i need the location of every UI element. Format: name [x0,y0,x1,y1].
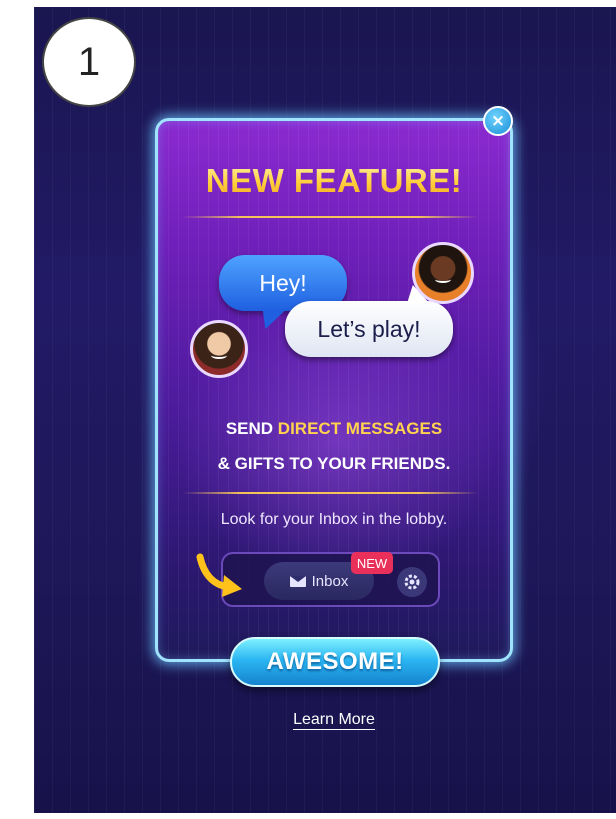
arrow-icon [196,553,242,597]
mail-icon [289,575,306,587]
headline-highlight: DIRECT MESSAGES [277,419,443,438]
friend-avatar-left [190,320,248,378]
awesome-button[interactable]: AWESOME! [230,637,440,687]
learn-more-link[interactable]: Learn More [293,711,375,730]
lobby-hint-text: Look for your Inbox in the lobby. [220,511,448,528]
headline-line-1: SEND DIRECT MESSAGES [155,419,513,439]
friend-avatar-right [412,242,474,304]
title-divider [182,216,478,218]
chat-bubble-lets-play: Let’s play! [285,301,453,357]
headline-prefix: SEND [225,419,278,438]
inbox-label: Inbox [311,572,349,590]
section-divider [182,492,478,494]
dialog-title: NEW FEATURE! [155,162,513,200]
headline-line-2: & GIFTS TO YOUR FRIENDS. [217,454,451,473]
new-badge: NEW [351,552,393,574]
close-button[interactable]: × [483,106,513,136]
step-number-badge: 1 [42,17,136,107]
learn-more-link-wrap: Learn More [155,711,513,730]
gear-icon [397,567,427,597]
chat-bubble-lets-play-text: Let’s play! [317,315,421,342]
chat-bubble-hey-text: Hey! [259,269,307,296]
